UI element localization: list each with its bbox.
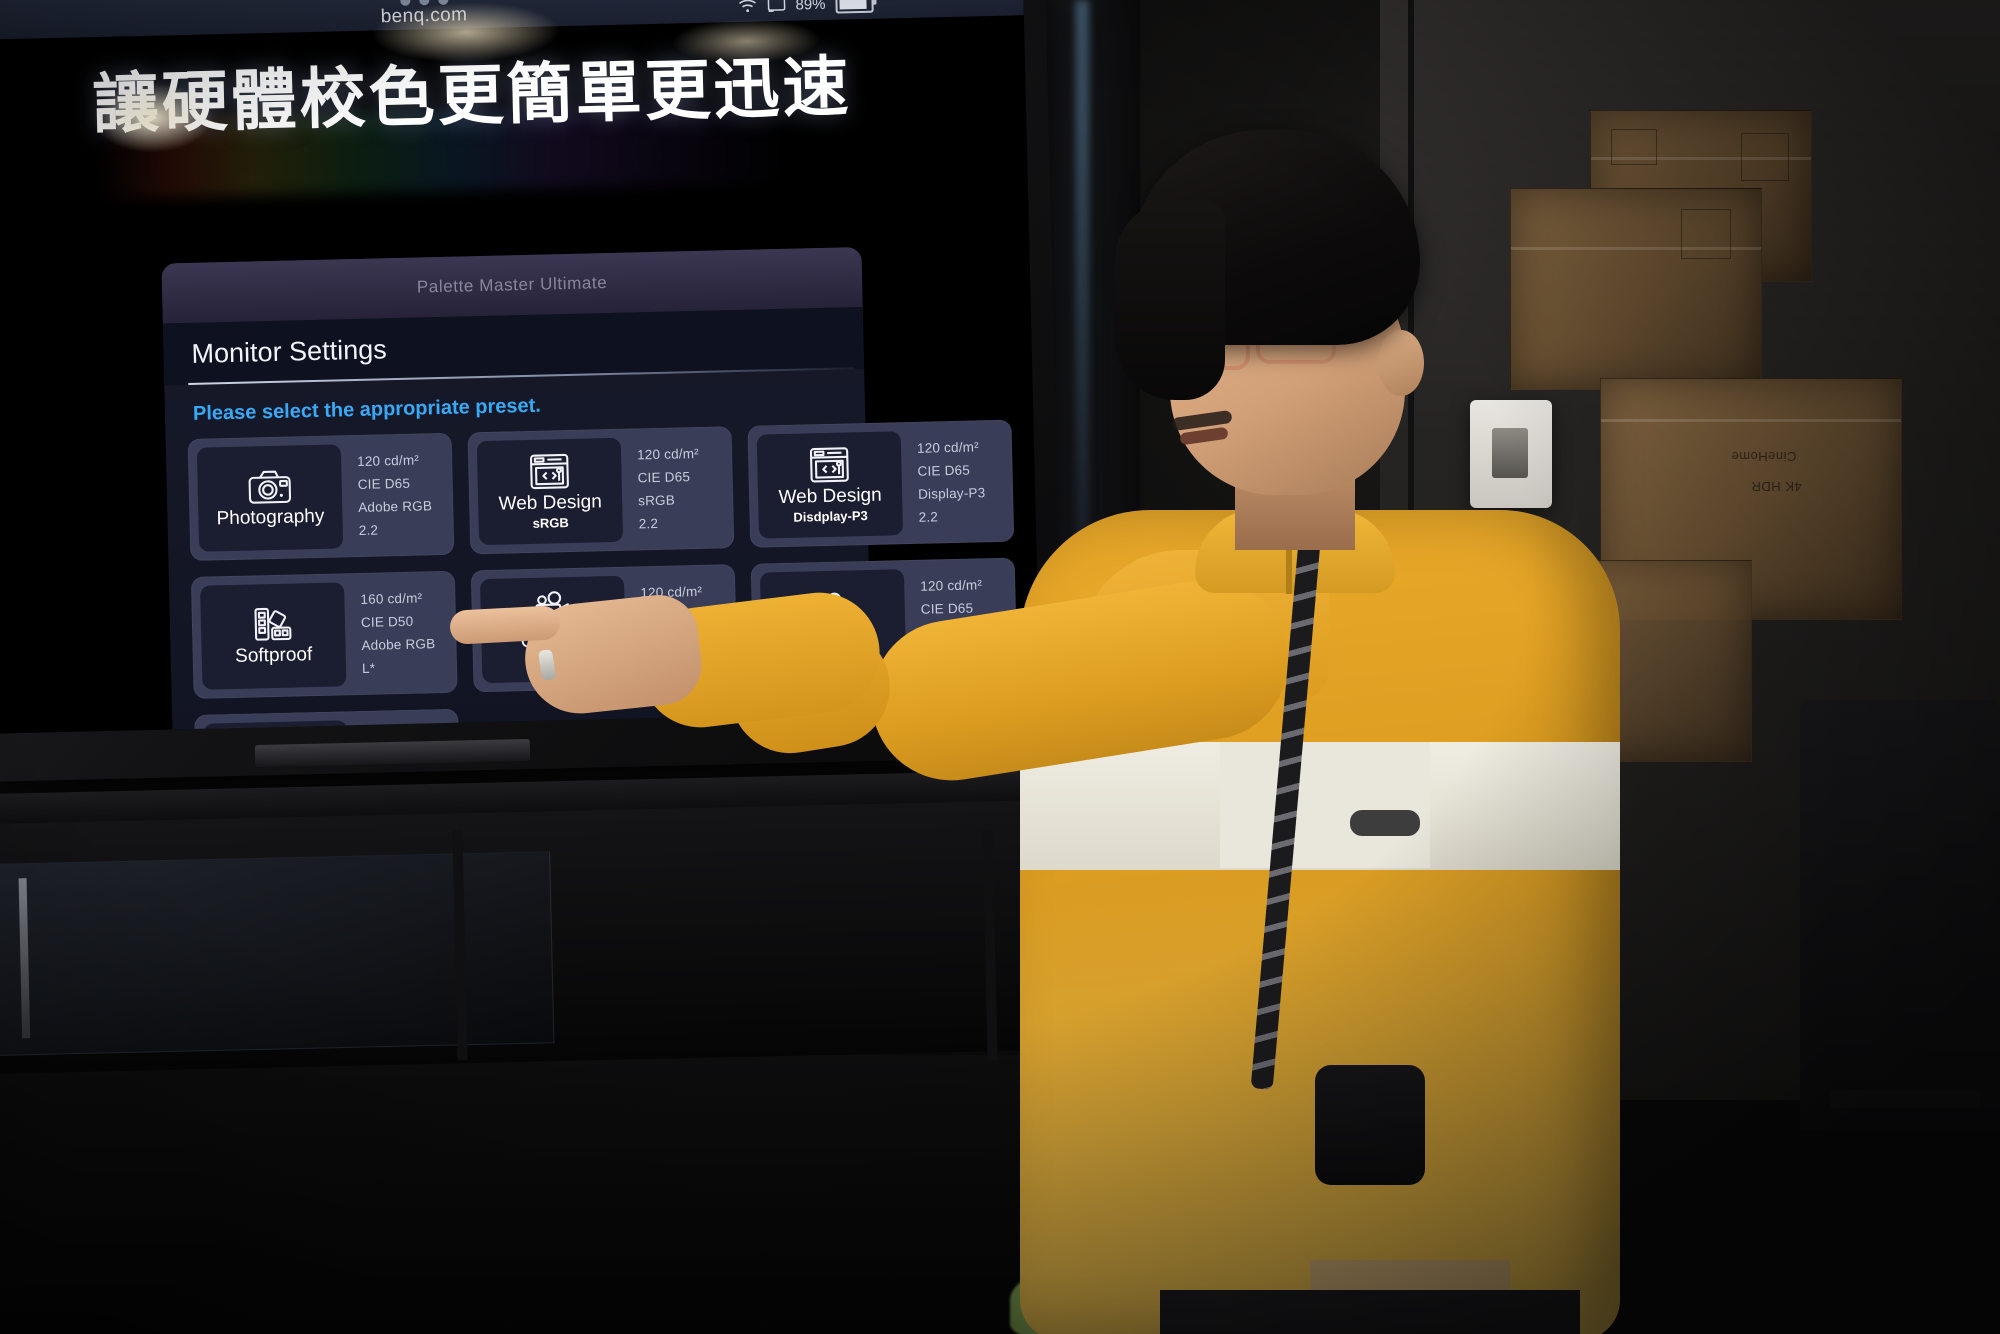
ear	[1378, 330, 1424, 396]
preset-card-video[interactable]: 80 cd/m² CIE D65	[194, 708, 461, 734]
spec-whitepoint: CIE D65	[920, 600, 974, 617]
web-code-icon	[526, 451, 573, 492]
preset-sub: sRGB	[532, 515, 569, 532]
spec-luminance: 120 cd/m²	[916, 439, 980, 456]
instruction-text: Please select the appropriate preset.	[192, 394, 542, 425]
preset-specs: 160 cd/m² CIE D50 Adobe RGB L*	[360, 590, 436, 676]
screenshot-root: CineHome 4K HDR benq.com 89% 讓硬體校色更簡單更迅速…	[0, 0, 2000, 1334]
page-title: Monitor Settings	[191, 334, 387, 369]
chair-leg	[1830, 1090, 1980, 1108]
preset-tile: Web Design Disdplay-P3	[756, 431, 904, 539]
chest-logo	[1350, 810, 1420, 836]
preset-card-photography[interactable]: Photography 120 cd/m² CIE D65 Adobe RGB …	[187, 432, 455, 561]
pants	[1160, 1290, 1580, 1334]
preset-tile	[203, 720, 350, 734]
spec-gamma: 2.2	[358, 522, 379, 538]
preset-tile: Softproof	[200, 582, 347, 690]
preset-tile: Web Design sRGB	[476, 437, 624, 546]
sleeve-stripe	[1220, 742, 1430, 868]
slide-headline: 讓硬體校色更簡單更迅速	[91, 48, 853, 144]
cabinet-glass-door	[0, 851, 555, 1056]
web-code-icon	[806, 445, 853, 486]
spec-gamut: Adobe RGB	[361, 636, 436, 653]
spec-whitepoint: CIE D50	[360, 613, 414, 630]
preset-name: Web Design	[498, 491, 603, 516]
browser-chrome: benq.com 89%	[0, 0, 1024, 40]
preset-name: Softproof	[234, 643, 313, 667]
preset-card-web-design-srgb[interactable]: Web Design sRGB 120 cd/m² CIE D65 sRGB 2…	[467, 426, 735, 555]
address-bar-url[interactable]: benq.com	[380, 4, 467, 28]
spec-gamut: sRGB	[637, 492, 676, 509]
wifi-icon	[738, 0, 756, 13]
spec-gamma: L*	[361, 660, 376, 676]
belt-pouch	[1315, 1065, 1425, 1185]
camera-icon	[246, 465, 293, 506]
spec-gamma: 2.2	[918, 509, 939, 525]
preset-specs: 120 cd/m² CIE D65 sRGB 2.2	[637, 446, 701, 531]
battery-percent-label: 89%	[795, 0, 826, 14]
color-swatch-icon	[249, 603, 296, 644]
app-window-title: Palette Master Ultimate	[416, 273, 608, 297]
spec-luminance: 120 cd/m²	[636, 445, 700, 463]
preset-name: Photography	[216, 505, 325, 529]
box-label: CineHome	[1731, 449, 1797, 464]
spec-luminance: 120 cd/m²	[356, 452, 420, 470]
spec-luminance: 160 cd/m²	[360, 590, 423, 607]
preset-sub: Disdplay-P3	[793, 508, 868, 526]
office-chair	[1800, 700, 2000, 1130]
spec-gamut: Adobe RGB	[358, 498, 433, 515]
cast-icon	[767, 0, 786, 12]
system-status-bar: 89%	[737, 0, 874, 16]
preset-card-softproof[interactable]: Softproof 160 cd/m² CIE D50 Adobe RGB L*	[190, 570, 458, 699]
box-label: 4K HDR	[1751, 479, 1802, 494]
preset-specs: 120 cd/m² CIE D65 Adobe RGB 2.2	[357, 452, 433, 538]
av-cabinet	[0, 799, 1083, 1075]
preset-tile: Photography	[196, 444, 344, 552]
preset-card-web-design-p3[interactable]: Web Design Disdplay-P3 120 cd/m² CIE D65…	[747, 419, 1015, 548]
presenter	[449, 130, 1620, 1334]
spec-luminance: 120 cd/m²	[920, 577, 983, 594]
spec-whitepoint: CIE D65	[917, 462, 971, 479]
pointing-finger	[449, 605, 561, 645]
spec-whitepoint: CIE D65	[637, 469, 691, 486]
preset-specs: 120 cd/m² CIE D65 Display-P3 2.2	[916, 439, 986, 525]
spec-whitepoint: CIE D65	[357, 475, 411, 493]
preset-name: Web Design	[778, 485, 882, 509]
hair-side	[1115, 200, 1225, 400]
preset-row: Photography 120 cd/m² CIE D65 Adobe RGB …	[187, 419, 1015, 561]
spec-gamma: 2.2	[638, 515, 659, 532]
battery-icon	[835, 0, 874, 14]
spec-gamut: Display-P3	[917, 485, 986, 502]
